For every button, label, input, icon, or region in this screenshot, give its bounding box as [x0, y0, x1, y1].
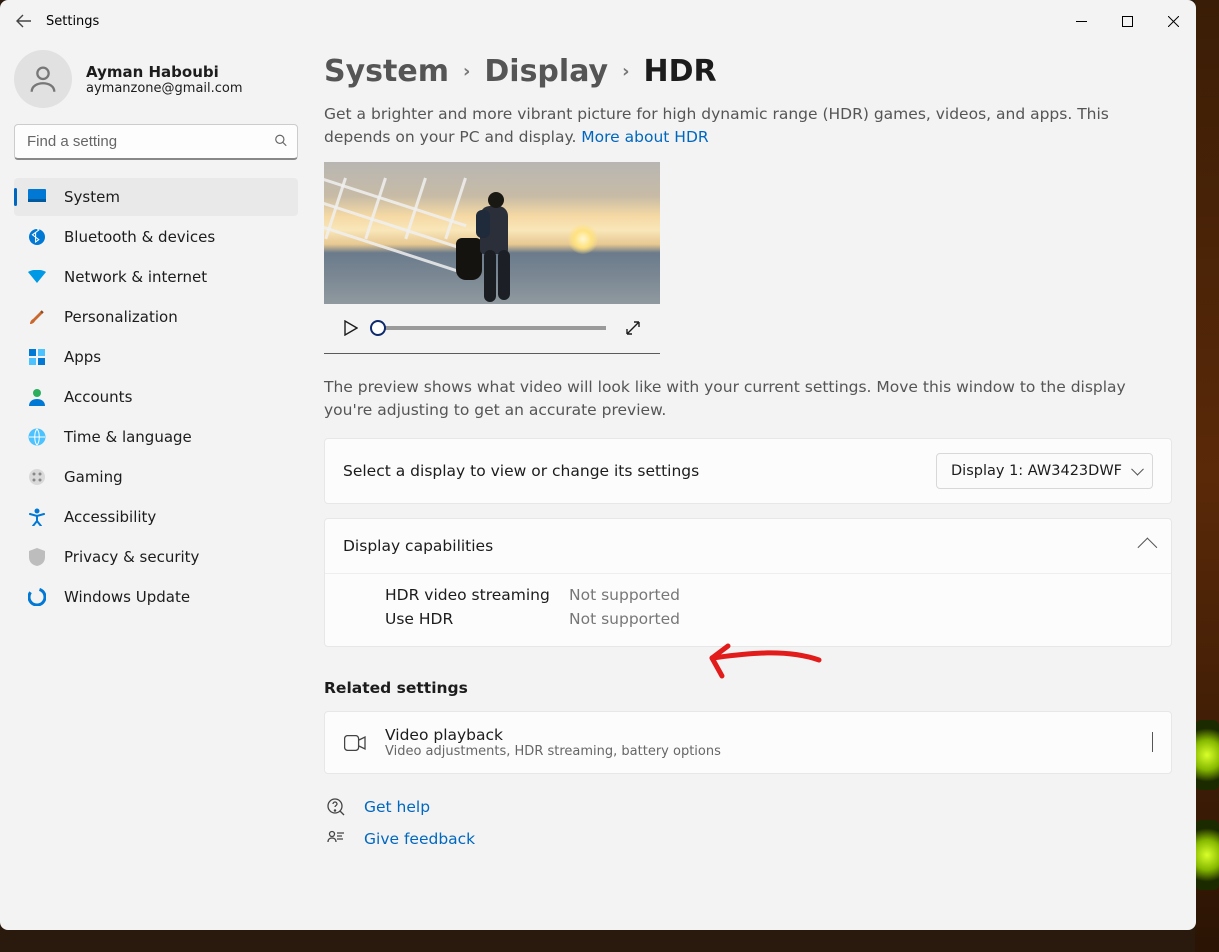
search-input[interactable]	[14, 124, 298, 160]
video-playback-link[interactable]: Video playback Video adjustments, HDR st…	[324, 711, 1172, 774]
arrow-left-icon	[16, 14, 32, 28]
cap-label-hdr-streaming: HDR video streaming	[385, 586, 569, 604]
sidebar-item-label: Gaming	[64, 468, 123, 486]
maximize-button[interactable]	[1104, 0, 1150, 42]
profile-email: aymanzone@gmail.com	[86, 81, 243, 96]
sidebar-item-label: Accounts	[64, 388, 132, 406]
window-controls	[1058, 0, 1196, 42]
sidebar-item-gaming[interactable]: Gaming	[14, 458, 298, 496]
capabilities-title: Display capabilities	[343, 537, 493, 555]
person-icon	[28, 388, 46, 406]
settings-window: Settings Ayman Haboubi aymanzone@g	[0, 0, 1196, 930]
close-icon	[1168, 16, 1179, 27]
sidebar-item-accessibility[interactable]: Accessibility	[14, 498, 298, 536]
sidebar-item-privacy[interactable]: Privacy & security	[14, 538, 298, 576]
sidebar-item-label: Apps	[64, 348, 101, 366]
accessibility-icon	[28, 508, 46, 526]
app-title: Settings	[46, 14, 99, 29]
sidebar-item-update[interactable]: Windows Update	[14, 578, 298, 616]
update-icon	[28, 588, 46, 606]
sidebar-item-accounts[interactable]: Accounts	[14, 378, 298, 416]
background-tile	[1195, 820, 1219, 890]
fullscreen-icon	[625, 320, 641, 336]
cap-value-use-hdr: Not supported	[569, 610, 1153, 628]
cap-label-use-hdr: Use HDR	[385, 610, 569, 628]
avatar	[14, 50, 72, 108]
fullscreen-button[interactable]	[606, 320, 660, 336]
sidebar-item-label: System	[64, 188, 120, 206]
breadcrumb: System › Display › HDR	[324, 54, 1172, 89]
maximize-icon	[1122, 16, 1133, 27]
sidebar-item-system[interactable]: System	[14, 178, 298, 216]
sidebar-item-bluetooth[interactable]: Bluetooth & devices	[14, 218, 298, 256]
breadcrumb-hdr: HDR	[644, 54, 717, 89]
globe-icon	[28, 428, 46, 446]
get-help-link[interactable]: Get help	[324, 798, 1172, 816]
video-player-controls	[324, 304, 660, 354]
main-content: System › Display › HDR Get a brighter an…	[312, 42, 1196, 930]
breadcrumb-system[interactable]: System	[324, 54, 449, 89]
help-icon	[324, 798, 348, 816]
monitor-icon	[28, 188, 46, 206]
gamepad-icon	[28, 468, 46, 486]
display-select-label: Select a display to view or change its s…	[343, 462, 699, 480]
give-feedback-label: Give feedback	[364, 830, 475, 848]
get-help-label: Get help	[364, 798, 430, 816]
sidebar-item-label: Network & internet	[64, 268, 207, 286]
display-dropdown-value: Display 1: AW3423DWF	[951, 463, 1122, 479]
sidebar-item-label: Windows Update	[64, 588, 190, 606]
sidebar-item-apps[interactable]: Apps	[14, 338, 298, 376]
chevron-right-icon	[1152, 733, 1153, 752]
play-icon	[344, 320, 358, 336]
display-capabilities-card: Display capabilities HDR video streaming…	[324, 518, 1172, 647]
preview-video	[324, 162, 660, 354]
sidebar-item-label: Personalization	[64, 308, 178, 326]
titlebar: Settings	[0, 0, 1196, 42]
bluetooth-icon	[28, 228, 46, 246]
sidebar-item-time-language[interactable]: Time & language	[14, 418, 298, 456]
sidebar-item-label: Bluetooth & devices	[64, 228, 215, 246]
sidebar-item-network[interactable]: Network & internet	[14, 258, 298, 296]
cap-value-hdr-streaming: Not supported	[569, 586, 1153, 604]
search-box	[14, 124, 298, 160]
sidebar-item-label: Accessibility	[64, 508, 156, 526]
shield-icon	[28, 548, 46, 566]
preview-hint: The preview shows what video will look l…	[324, 376, 1164, 423]
minimize-button[interactable]	[1058, 0, 1104, 42]
preview-thumbnail	[324, 162, 660, 304]
breadcrumb-display[interactable]: Display	[484, 54, 608, 89]
video-icon	[343, 735, 367, 751]
person-icon	[26, 62, 60, 96]
chevron-up-icon	[1138, 538, 1158, 558]
related-settings-title: Related settings	[324, 679, 1172, 697]
display-select-row: Select a display to view or change its s…	[324, 438, 1172, 504]
wifi-icon	[28, 268, 46, 286]
back-button[interactable]	[12, 9, 36, 33]
intro-text: Get a brighter and more vibrant picture …	[324, 103, 1172, 150]
seek-thumb[interactable]	[370, 320, 386, 336]
background-strip	[1195, 0, 1219, 952]
sidebar-item-label: Time & language	[64, 428, 192, 446]
profile-section[interactable]: Ayman Haboubi aymanzone@gmail.com	[14, 50, 298, 108]
apps-icon	[28, 348, 46, 366]
brush-icon	[28, 308, 46, 326]
chevron-right-icon: ›	[463, 61, 470, 82]
sidebar-item-personalization[interactable]: Personalization	[14, 298, 298, 336]
give-feedback-link[interactable]: Give feedback	[324, 830, 1172, 848]
chevron-right-icon: ›	[622, 61, 629, 82]
seek-slider[interactable]	[378, 326, 606, 330]
display-dropdown[interactable]: Display 1: AW3423DWF	[936, 453, 1153, 489]
sidebar: Ayman Haboubi aymanzone@gmail.com System…	[0, 42, 312, 930]
video-playback-subtitle: Video adjustments, HDR streaming, batter…	[385, 744, 721, 759]
background-tile	[1195, 720, 1219, 790]
capabilities-header[interactable]: Display capabilities	[325, 519, 1171, 573]
minimize-icon	[1076, 16, 1087, 27]
video-playback-title: Video playback	[385, 726, 721, 744]
more-about-hdr-link[interactable]: More about HDR	[581, 128, 708, 146]
search-icon	[274, 133, 288, 152]
close-button[interactable]	[1150, 0, 1196, 42]
profile-name: Ayman Haboubi	[86, 63, 243, 81]
sidebar-item-label: Privacy & security	[64, 548, 199, 566]
feedback-icon	[324, 830, 348, 848]
